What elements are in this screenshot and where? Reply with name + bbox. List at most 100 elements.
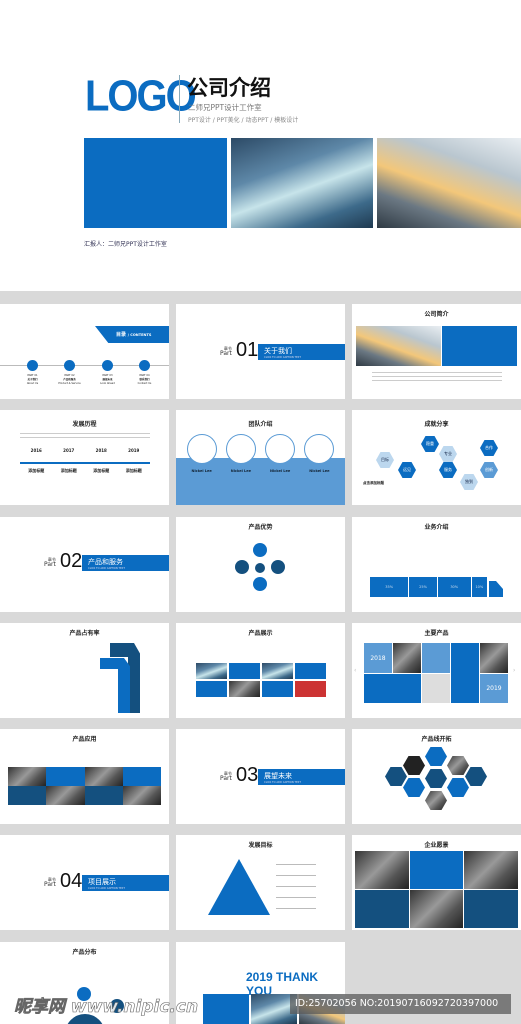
- hex-icon: [465, 767, 487, 786]
- photo: [122, 786, 161, 805]
- goal-list: [276, 861, 316, 911]
- slide-goals[interactable]: 发展目标: [176, 835, 345, 930]
- photo: [8, 767, 47, 786]
- slide-expansion[interactable]: 产品线开拓: [352, 729, 521, 824]
- avatar: [187, 434, 217, 464]
- part-label: Part: [44, 561, 56, 568]
- vision-grid: [355, 851, 518, 928]
- photo: [393, 643, 421, 673]
- slide-section-04[interactable]: 章节 Part 04 项目展示 CLICK TO ADD CAPTION TEXT: [0, 835, 169, 930]
- text-tile: [364, 674, 421, 703]
- icon-center: [255, 563, 265, 573]
- slide-advantages[interactable]: 产品优势: [176, 517, 345, 612]
- prev-arrow-icon[interactable]: ‹: [354, 667, 356, 674]
- cover-slide[interactable]: LOGO 公司介绍 二师兄PPT设计工作室 PPT设计 / PPT美化 / 动态…: [0, 0, 521, 291]
- slide-business[interactable]: 业务介绍 35% 25% 30% 10%: [352, 517, 521, 612]
- section-title: 项目展示: [88, 878, 116, 886]
- icon-right: [271, 560, 285, 574]
- slide-main-products[interactable]: 主要产品 2018 2019 ‹ ›: [352, 623, 521, 718]
- text-tile: [262, 681, 293, 697]
- part-label: Part: [220, 775, 232, 782]
- contents-item[interactable]: PART 04 联系我们 Contact Us: [126, 374, 163, 386]
- text-tile: [451, 643, 479, 703]
- slide-achievements[interactable]: 成就分享 稳重 专业 合作 目标 远见 服务 创新 独到 点击添加标题: [352, 410, 521, 505]
- item-en: About Us: [26, 382, 39, 385]
- avatar: [226, 434, 256, 464]
- part-number: 03: [236, 764, 259, 786]
- photo: [46, 786, 85, 805]
- part-number: 01: [236, 339, 259, 361]
- section-bar: 项目展示 CLICK TO ADD CAPTION TEXT: [82, 875, 169, 891]
- photo: [480, 643, 508, 673]
- section-label: 章节 Part: [220, 771, 232, 782]
- slide-company-intro[interactable]: 公司简介: [352, 304, 521, 399]
- hex-icon: [385, 767, 407, 786]
- next-arrow-icon[interactable]: ›: [513, 667, 515, 674]
- photo: [422, 674, 450, 703]
- chart-icon: [102, 360, 113, 371]
- section-caption: CLICK TO ADD CAPTION TEXT: [264, 356, 301, 359]
- arrow-chart: [100, 658, 130, 713]
- heading: 点击添加标题: [363, 481, 384, 485]
- car-photo: [262, 663, 293, 679]
- avatar: [265, 434, 295, 464]
- slide-application[interactable]: 产品应用: [0, 729, 169, 824]
- slide-section-03[interactable]: 章节 Part 03 展望未来 CLICK TO ADD CAPTION TEXT: [176, 729, 345, 824]
- hex-professional: 专业: [439, 446, 457, 462]
- section-caption: CLICK TO ADD CAPTION TEXT: [88, 887, 125, 890]
- contents-item[interactable]: PART 03 展望未来 Look Ahead: [89, 374, 126, 386]
- hex-goal: 目标: [376, 452, 394, 468]
- section-bar: 产品和服务 CLICK TO ADD CAPTION TEXT: [82, 555, 169, 571]
- slide-contents[interactable]: 目录 / CONTENTS PART 01 关于我们 About Us PART 0…: [0, 304, 169, 399]
- cover-tagline: PPT设计 / PPT美化 / 动态PPT / 模板设计: [188, 117, 299, 124]
- slide-team[interactable]: 团队介绍 Nickel Lee Nickel Lee Nickel Lee Nicke…: [176, 410, 345, 505]
- item-title: 添加标题: [93, 468, 110, 473]
- item-en: Contact Us: [137, 382, 152, 385]
- member-name: Nickel Lee: [309, 469, 330, 473]
- year: 2016: [30, 448, 42, 453]
- text-box: [442, 326, 517, 366]
- hex-unique: 独到: [460, 474, 478, 490]
- phone-icon: [139, 360, 150, 371]
- slide-title: 公司简介: [424, 311, 449, 318]
- truck-cab-icon: [489, 581, 503, 597]
- hex: [425, 747, 447, 766]
- text-tile: [295, 663, 326, 679]
- item-title: 添加标题: [60, 468, 77, 473]
- slide-section-01[interactable]: 章节 Part 01 关于我们 CLICK TO ADD CAPTION TEXT: [176, 304, 345, 399]
- contents-title-en: / CONTENTS: [127, 333, 152, 337]
- slide-title: 产品展示: [248, 630, 273, 637]
- year: 2019: [128, 448, 140, 453]
- percent-cell: 35%: [370, 577, 409, 597]
- slide-title: 团队介绍: [248, 421, 273, 428]
- text-tile: [8, 786, 47, 805]
- year: 2018: [95, 448, 107, 453]
- blue-block: [84, 138, 227, 228]
- slide-section-02[interactable]: 章节 Part 02 产品和服务 CLICK TO ADD CAPTION TEXT: [0, 517, 169, 612]
- photo: [84, 767, 123, 786]
- car-photo: [229, 681, 260, 697]
- text-tile: [355, 890, 409, 928]
- slide-history[interactable]: 发展历程 2016 2017 2018 2019 添加标题 添加标题 添加标题 添加标题: [0, 410, 169, 505]
- truck-body: 35% 25% 30% 10%: [370, 577, 487, 597]
- slide-title: 发展目标: [248, 842, 273, 849]
- item-titles: 添加标题 添加标题 添加标题 添加标题: [20, 468, 150, 474]
- slide-vision[interactable]: 企业愿景: [352, 835, 521, 930]
- item-title: 添加标题: [28, 468, 45, 473]
- hex-innovation: 创新: [480, 462, 498, 478]
- slide-showcase[interactable]: 产品展示: [176, 623, 345, 718]
- product-grid: [196, 663, 326, 697]
- slide-title: 产品占有率: [69, 630, 100, 637]
- part-label: Part: [220, 350, 232, 357]
- contents-item[interactable]: PART 02 产品和服务 Product & Service: [51, 374, 88, 386]
- contents-item[interactable]: PART 01 关于我们 About Us: [14, 374, 51, 386]
- text-tile: [46, 767, 85, 786]
- member-name: Nickel Lee: [191, 469, 212, 473]
- percent-cell: 30%: [437, 577, 471, 597]
- slide-title: 主要产品: [424, 630, 449, 637]
- slide-market-share[interactable]: 产品占有率: [0, 623, 169, 718]
- divider: [179, 75, 180, 123]
- percent-cell: 10%: [471, 577, 487, 597]
- section-label: 章节 Part: [44, 877, 56, 888]
- hex: [403, 778, 425, 797]
